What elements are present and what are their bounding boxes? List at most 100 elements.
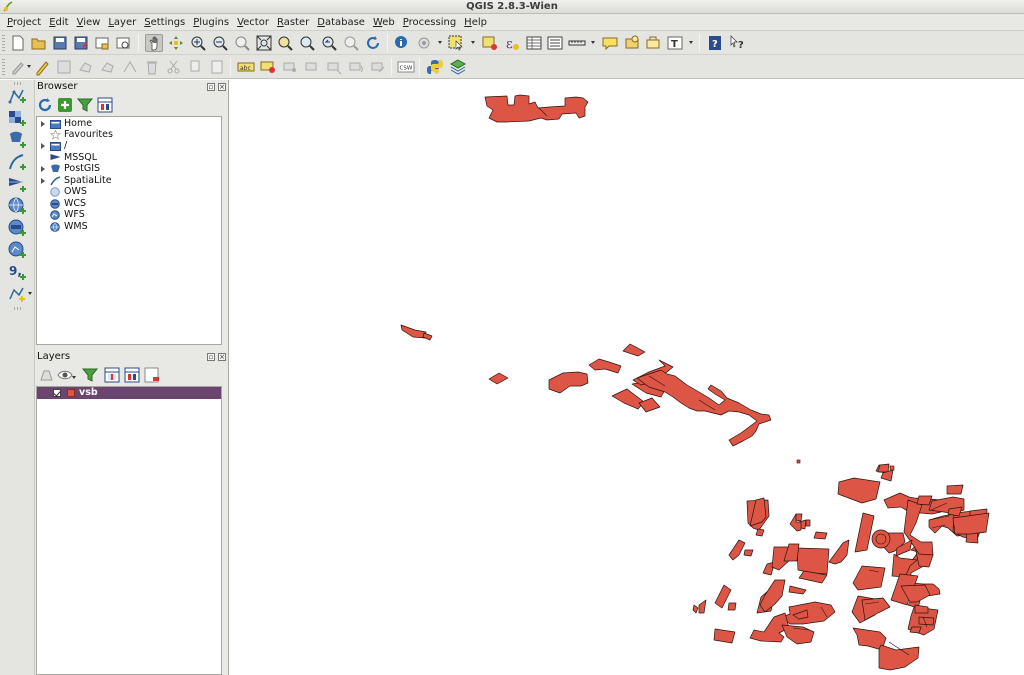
save-project-icon[interactable] <box>51 34 69 52</box>
move-feature-icon[interactable] <box>99 58 117 76</box>
python-console-icon[interactable] <box>426 58 444 76</box>
menu-plugins[interactable]: Plugins <box>189 15 233 30</box>
expand-arrow-icon[interactable] <box>41 121 45 127</box>
zoom-in-icon[interactable] <box>189 34 207 52</box>
composer-manager-icon[interactable] <box>114 34 132 52</box>
filter-legend-icon[interactable] <box>81 366 99 384</box>
expand-all-icon[interactable] <box>103 366 121 384</box>
text-annotation-icon[interactable]: T <box>666 34 684 52</box>
map-feature[interactable] <box>909 626 922 634</box>
map-feature[interactable] <box>755 528 765 537</box>
toolbar-handle[interactable] <box>14 307 22 310</box>
zoom-next-icon[interactable] <box>342 34 360 52</box>
browser-item-ows[interactable]: OWS <box>37 186 221 198</box>
menu-vector[interactable]: Vector <box>233 15 273 30</box>
deselect-all-icon[interactable] <box>481 34 499 52</box>
add-wms-layer-icon[interactable] <box>7 196 27 216</box>
collapse-all-icon[interactable] <box>96 96 114 114</box>
menu-web[interactable]: Web <box>369 15 399 30</box>
map-feature[interactable] <box>877 463 890 473</box>
map-feature[interactable] <box>889 465 895 471</box>
map-feature[interactable] <box>854 512 875 553</box>
save-layer-edits-icon[interactable] <box>55 58 73 76</box>
map-feature[interactable] <box>783 543 800 562</box>
field-calculator-icon[interactable]: ε <box>503 34 521 52</box>
add-spatialite-layer-icon[interactable] <box>7 152 27 172</box>
map-feature[interactable] <box>698 599 707 614</box>
csw-icon[interactable]: CSW <box>397 58 415 76</box>
node-tool-icon[interactable] <box>121 58 139 76</box>
zoom-to-layer-icon[interactable] <box>276 34 294 52</box>
add-feature-icon[interactable] <box>77 58 95 76</box>
visibility-eye-icon[interactable] <box>57 366 75 384</box>
run-feature-action-icon[interactable] <box>415 34 433 52</box>
expand-arrow-icon[interactable] <box>41 166 45 172</box>
map-feature[interactable] <box>728 539 746 561</box>
add-delimited-text-layer-icon[interactable]: 9, <box>7 262 27 282</box>
paste-features-icon[interactable] <box>208 58 226 76</box>
map-feature[interactable] <box>916 495 933 506</box>
collapse-all-icon[interactable] <box>123 366 141 384</box>
map-feature[interactable] <box>484 94 589 123</box>
highlight-pinned-icon[interactable] <box>281 58 299 76</box>
menu-settings[interactable]: Settings <box>140 15 189 30</box>
map-feature[interactable] <box>727 602 737 611</box>
refresh-icon[interactable] <box>364 34 382 52</box>
annotation-dropdown-icon[interactable] <box>689 41 693 44</box>
measure-line-icon[interactable] <box>568 34 586 52</box>
map-feature[interactable] <box>588 358 622 374</box>
browser-item-root[interactable]: / <box>37 140 221 152</box>
select-dropdown-icon[interactable] <box>471 41 475 44</box>
add-selected-layer-icon[interactable] <box>56 96 74 114</box>
map-feature[interactable] <box>422 332 433 341</box>
current-edits-icon[interactable] <box>9 58 27 76</box>
add-mssql-layer-icon[interactable] <box>7 174 27 194</box>
browser-item-wms[interactable]: WMS <box>37 221 221 233</box>
map-feature[interactable] <box>796 547 830 575</box>
rotate-label-icon[interactable] <box>347 58 365 76</box>
map-features-layer[interactable] <box>229 80 1024 675</box>
visibility-dropdown-icon[interactable] <box>72 376 76 379</box>
map-feature[interactable] <box>813 531 828 540</box>
menu-raster[interactable]: Raster <box>273 15 313 30</box>
toolbar-handle[interactable] <box>2 35 5 51</box>
map-feature[interactable] <box>918 616 935 626</box>
save-as-icon[interactable] <box>72 34 90 52</box>
show-hide-labels-icon[interactable] <box>303 58 321 76</box>
pan-to-selection-icon[interactable] <box>167 34 185 52</box>
new-layer-dropdown-icon[interactable] <box>28 292 32 295</box>
map-feature[interactable] <box>946 484 964 495</box>
menu-view[interactable]: View <box>73 15 105 30</box>
map-feature[interactable] <box>852 565 886 591</box>
identify-features-icon[interactable] <box>393 34 411 52</box>
add-wfs-layer-icon[interactable] <box>7 240 27 260</box>
map-feature[interactable] <box>837 477 881 504</box>
move-label-icon[interactable] <box>325 58 343 76</box>
open-project-icon[interactable] <box>30 34 48 52</box>
toggle-editing-icon[interactable] <box>33 58 51 76</box>
map-feature[interactable] <box>861 597 891 621</box>
map-feature[interactable] <box>611 388 645 410</box>
float-panel-icon[interactable]: ▫ <box>207 353 215 361</box>
add-postgis-layer-icon[interactable] <box>7 130 27 150</box>
expand-arrow-icon[interactable] <box>41 178 45 184</box>
filter-browser-icon[interactable] <box>76 96 94 114</box>
whats-this-icon[interactable]: ? <box>728 34 746 52</box>
close-panel-icon[interactable]: × <box>218 83 226 91</box>
expand-arrow-icon[interactable] <box>41 143 45 149</box>
menu-edit[interactable]: Edit <box>45 15 72 30</box>
map-feature[interactable] <box>622 343 646 357</box>
plugin-layers-icon[interactable] <box>449 58 467 76</box>
menu-layer[interactable]: Layer <box>104 15 140 30</box>
add-raster-layer-icon[interactable] <box>7 108 27 128</box>
zoom-last-icon[interactable] <box>320 34 338 52</box>
menu-project[interactable]: Project <box>3 15 45 30</box>
menu-processing[interactable]: Processing <box>399 15 460 30</box>
map-feature[interactable] <box>788 585 807 595</box>
new-project-icon[interactable] <box>9 34 27 52</box>
zoom-out-icon[interactable] <box>211 34 229 52</box>
close-panel-icon[interactable]: × <box>218 353 226 361</box>
action-dropdown-icon[interactable] <box>438 41 442 44</box>
menu-help[interactable]: Help <box>460 15 491 30</box>
select-features-icon[interactable] <box>447 34 465 52</box>
